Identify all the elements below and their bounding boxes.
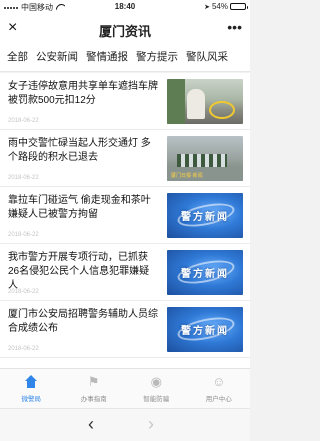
news-thumbnail-police-banner: 警方新闻 <box>167 307 243 352</box>
anti-fraud-icon: ◉ <box>150 374 162 389</box>
news-item[interactable]: 女子违停故意用共享单车遮挡车牌 被罚款500元扣12分 2018-06-22 <box>0 73 250 130</box>
tab-police-tips[interactable]: 警方提示 <box>132 44 182 71</box>
news-title: 我市警方开展专项行动，已抓获26名侵犯公民个人信息犯罪嫌疑人 <box>8 252 150 291</box>
bottom-nav-label: 用户中心 <box>205 396 232 403</box>
news-date: 2018-06-22 <box>8 289 39 295</box>
bottom-nav-label: 智能防骗 <box>143 396 170 403</box>
category-tabs: 全部 公安新闻 警情通报 警方提示 警队风采 <box>0 44 250 72</box>
thumb-label: 警方新闻 <box>181 269 229 280</box>
news-title: 厦门市公安局招聘警务辅助人员综合成绩公布 <box>8 309 158 334</box>
location-arrow-icon: ➤ <box>204 3 210 11</box>
bottom-nav-anti-fraud[interactable]: ◉ 智能防骗 <box>125 369 188 408</box>
guide-icon: ⚑ <box>87 374 100 389</box>
user-icon: ☺ <box>212 374 226 389</box>
status-right: ➤ 54% <box>204 2 248 11</box>
news-title: 雨中交警忙碌当起人形交通灯 多个路段的积水已退去 <box>8 138 151 163</box>
bottom-nav-label: 微警局 <box>21 396 42 403</box>
news-date: 2018-06-22 <box>8 175 39 181</box>
news-item[interactable]: 我市警方开展专项行动，已抓获26名侵犯公民个人信息犯罪嫌疑人 2018-06-2… <box>0 244 250 301</box>
nav-bar: × 厦门资讯 ••• <box>0 14 250 44</box>
tab-police-news[interactable]: 公安新闻 <box>32 44 82 71</box>
thumb-label: 警方新闻 <box>181 326 229 337</box>
news-item[interactable]: 厦门市公安局招聘警务辅助人员综合成绩公布 2018-06-22 警方新闻 <box>0 301 250 358</box>
battery-percent: 54% <box>211 2 228 11</box>
news-item[interactable]: 雨中交警忙碌当起人形交通灯 多个路段的积水已退去 2018-06-22 厦门日报… <box>0 130 250 187</box>
news-title: 女子违停故意用共享单车遮挡车牌 被罚款500元扣12分 <box>8 81 158 106</box>
news-item[interactable]: 靠拉车门碰运气 偷走现金和茶叶 嫌疑人已被警方拘留 2018-06-22 警方新… <box>0 187 250 244</box>
tab-police-bulletin[interactable]: 警情通报 <box>82 44 132 71</box>
news-thumbnail-police-banner: 警方新闻 <box>167 250 243 295</box>
tab-all[interactable]: 全部 <box>0 44 32 71</box>
thumb-person <box>187 89 205 119</box>
thumb-caption: 厦门日报·新闻 <box>171 173 203 179</box>
forward-arrow-icon[interactable]: › <box>148 414 154 435</box>
tab-police-style[interactable]: 警队风采 <box>182 44 232 71</box>
bottom-nav-home[interactable]: 微警局 <box>0 369 63 408</box>
news-date: 2018-06-22 <box>8 232 39 238</box>
news-date: 2018-06-22 <box>8 346 39 352</box>
bottom-nav: 微警局 ⚑ 办事指南 ◉ 智能防骗 ☺ 用户中心 <box>0 368 250 408</box>
news-thumbnail-police-banner: 警方新闻 <box>167 193 243 238</box>
status-bar: 中国移动 18:40 ➤ 54% <box>0 0 250 14</box>
news-thumbnail-cyclist <box>167 79 243 124</box>
thumb-bike <box>209 101 235 119</box>
bottom-nav-guide[interactable]: ⚑ 办事指南 <box>63 369 126 408</box>
thumb-people <box>177 154 227 168</box>
thumb-tree <box>167 79 185 124</box>
news-date: 2018-06-22 <box>8 118 39 124</box>
browser-toolbar: ‹ › <box>0 408 250 441</box>
home-icon <box>24 375 38 388</box>
battery-icon <box>230 3 248 10</box>
news-thumbnail-traffic-police: 厦门日报·新闻 <box>167 136 243 181</box>
news-title: 靠拉车门碰运气 偷走现金和茶叶 嫌疑人已被警方拘留 <box>8 195 151 220</box>
back-arrow-icon[interactable]: ‹ <box>88 414 94 435</box>
more-icon[interactable]: ••• <box>227 18 242 36</box>
thumb-label: 警方新闻 <box>181 212 229 223</box>
bottom-nav-label: 办事指南 <box>80 396 107 403</box>
news-list: 女子违停故意用共享单车遮挡车牌 被罚款500元扣12分 2018-06-22 雨… <box>0 73 250 368</box>
page-title: 厦门资讯 <box>98 24 151 39</box>
bottom-nav-user[interactable]: ☺ 用户中心 <box>188 369 251 408</box>
